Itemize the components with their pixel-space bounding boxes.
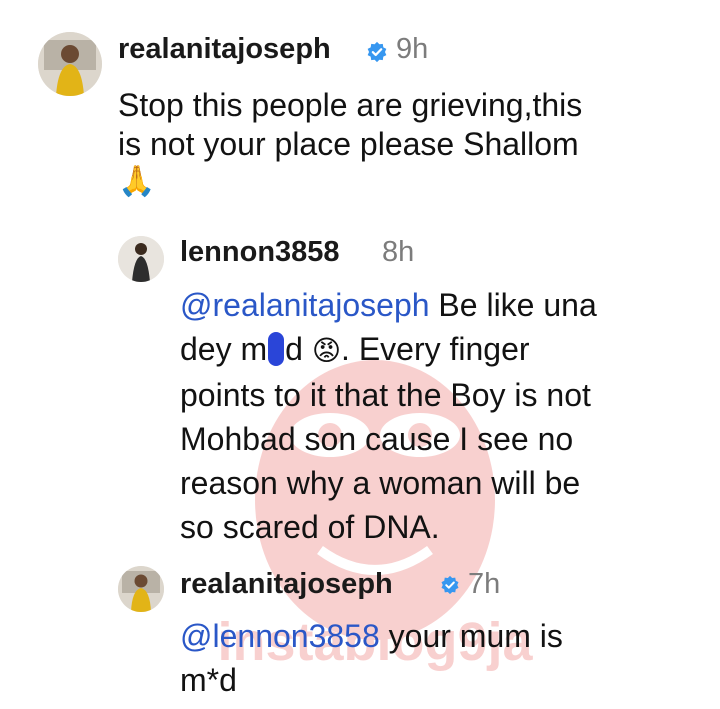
avatar[interactable]	[38, 32, 102, 96]
avatar-image	[118, 566, 164, 612]
comment-timestamp: 7h	[468, 568, 501, 600]
comment-line: is not your place please Shallom	[118, 126, 579, 163]
mention-link[interactable]: @realanitajoseph	[180, 287, 430, 323]
comment-line: reason why a woman will be	[180, 465, 581, 501]
comment-text: @realanitajoseph Be like una dey m d 😡. E…	[180, 283, 597, 549]
comment-text: @lennon3858 your mum is m*d	[180, 614, 563, 702]
comment-text: Stop this people are grieving,this is no…	[118, 86, 582, 201]
comment-author[interactable]: realanitajoseph	[118, 33, 331, 66]
avatar-image	[118, 236, 164, 282]
angry-face-icon: 😡	[311, 335, 342, 366]
comment-line: d	[285, 331, 303, 367]
comment-line: Stop this people are grieving,this	[118, 87, 583, 123]
comment-author[interactable]: lennon3858	[180, 236, 340, 269]
verified-badge-icon	[367, 41, 387, 63]
comment-timestamp: 8h	[382, 236, 415, 268]
avatar[interactable]	[118, 566, 164, 612]
comment-line: m*d	[180, 662, 237, 698]
comment-line: so scared of DNA.	[180, 509, 440, 545]
comment-line: dey m	[180, 331, 268, 367]
comment-line: Mohbad son cause I see no	[180, 421, 574, 457]
comment-author[interactable]: realanitajoseph	[180, 568, 393, 601]
comment-line: Be like una	[429, 287, 597, 323]
praying-hands-icon: 🙏	[118, 165, 156, 199]
mention-link[interactable]: @lennon3858	[180, 618, 380, 654]
comment-line: your mum is	[379, 618, 563, 654]
comment-timestamp: 9h	[396, 33, 429, 65]
comment-line: . Every finger	[341, 331, 530, 367]
avatar[interactable]	[118, 236, 164, 282]
redaction-mark	[268, 332, 285, 366]
avatar-image	[38, 32, 102, 96]
verified-badge-icon	[441, 575, 459, 595]
comment-line: points to it that the Boy is not	[180, 377, 591, 413]
